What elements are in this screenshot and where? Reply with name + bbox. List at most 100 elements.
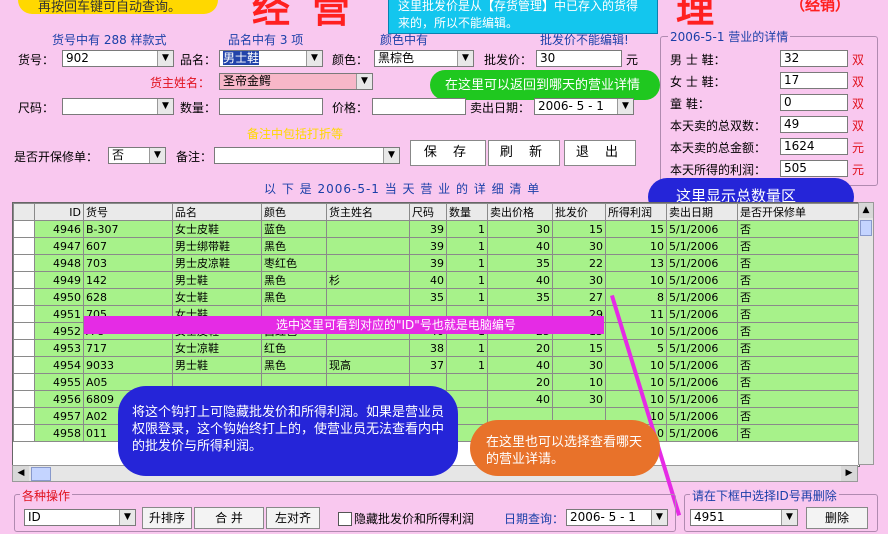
cell-size[interactable]: 40: [409, 271, 447, 289]
cell-price[interactable]: 40: [487, 356, 553, 374]
cell-id[interactable]: 4946: [34, 220, 84, 238]
cell-date[interactable]: 5/1/2006: [666, 373, 738, 391]
cell-repair[interactable]: 否: [737, 305, 859, 323]
cell-qty[interactable]: 1: [446, 271, 488, 289]
cell-color[interactable]: 红色: [261, 339, 327, 357]
cell-id[interactable]: 4957: [34, 407, 84, 425]
cell-name[interactable]: 女士凉鞋: [172, 339, 262, 357]
table-row[interactable]: 4946 B-307 女士皮鞋 蓝色 39 1 30 15 15 5/1/2006 否: [13, 220, 859, 238]
table-row[interactable]: 4947 607 男士绑带鞋 黑色 39 1 40 30 10 5/1/2006 否: [13, 237, 859, 255]
goods-no-combo[interactable]: 902 ▼: [62, 50, 174, 67]
cell-profit[interactable]: 13: [605, 254, 667, 272]
cell-size[interactable]: 35: [409, 288, 447, 306]
cell-profit[interactable]: 10: [605, 322, 667, 340]
cell-owner[interactable]: [326, 237, 410, 255]
cell-ws[interactable]: 27: [552, 288, 606, 306]
cell-name[interactable]: 男士鞋: [172, 271, 262, 289]
cell-repair[interactable]: 否: [737, 220, 859, 238]
cell-name[interactable]: 女士鞋: [172, 288, 262, 306]
cell-color[interactable]: 黑色: [261, 288, 327, 306]
cell-qty[interactable]: 1: [446, 220, 488, 238]
cell-date[interactable]: 5/1/2006: [666, 305, 738, 323]
cell-date[interactable]: 5/1/2006: [666, 356, 738, 374]
delete-id-combo[interactable]: 4951 ▼: [690, 509, 798, 526]
cell-name[interactable]: 女士皮鞋: [172, 220, 262, 238]
chevron-down-icon[interactable]: ▼: [157, 51, 173, 66]
cell-qty[interactable]: 1: [446, 254, 488, 272]
row-selector[interactable]: [13, 390, 35, 408]
scroll-right-icon[interactable]: ▶: [841, 466, 857, 481]
cell-ws[interactable]: 30: [552, 237, 606, 255]
cell-ws[interactable]: 10: [552, 373, 606, 391]
cell-size[interactable]: 38: [409, 339, 447, 357]
row-selector[interactable]: [13, 271, 35, 289]
cell-repair[interactable]: 否: [737, 237, 859, 255]
date-query-combo[interactable]: 2006- 5 - 1 ▼: [566, 509, 668, 526]
chevron-down-icon[interactable]: ▼: [306, 51, 322, 66]
table-row[interactable]: 4953 717 女士凉鞋 红色 38 1 20 15 5 5/1/2006 否: [13, 339, 859, 357]
cell-repair[interactable]: 否: [737, 322, 859, 340]
hide-checkbox-label[interactable]: 隐藏批发价和所得利润: [354, 510, 474, 527]
cell-repair[interactable]: 否: [737, 424, 859, 442]
cell-ws[interactable]: 15: [552, 220, 606, 238]
cell-id[interactable]: 4948: [34, 254, 84, 272]
cell-price[interactable]: 20: [487, 373, 553, 391]
chevron-down-icon[interactable]: ▼: [651, 510, 667, 525]
scroll-left-icon[interactable]: ◀: [13, 466, 29, 481]
cell-date[interactable]: 5/1/2006: [666, 220, 738, 238]
col-header-profit[interactable]: 所得利润: [605, 203, 667, 221]
chevron-down-icon[interactable]: ▼: [157, 99, 173, 114]
qty-field[interactable]: [219, 98, 323, 115]
size-combo[interactable]: ▼: [62, 98, 174, 115]
row-selector[interactable]: [13, 254, 35, 272]
cell-id[interactable]: 4958: [34, 424, 84, 442]
cell-name[interactable]: 男士皮凉鞋: [172, 254, 262, 272]
cell-size[interactable]: 37: [409, 356, 447, 374]
cell-repair[interactable]: 否: [737, 254, 859, 272]
chevron-down-icon[interactable]: ▼: [356, 74, 372, 89]
save-button[interactable]: 保 存: [410, 140, 486, 166]
cell-id[interactable]: 4947: [34, 237, 84, 255]
cell-no[interactable]: B-307: [83, 220, 173, 238]
merge-button[interactable]: 合 并: [194, 507, 264, 529]
row-selector[interactable]: [13, 322, 35, 340]
color-combo[interactable]: 黑棕色 ▼: [374, 50, 474, 67]
cell-no[interactable]: 628: [83, 288, 173, 306]
table-row[interactable]: 4949 142 男士鞋 黑色杉 40 1 40 30 10 5/1/2006 否: [13, 271, 859, 289]
cell-no[interactable]: 703: [83, 254, 173, 272]
cell-size[interactable]: 39: [409, 254, 447, 272]
cell-date[interactable]: 5/1/2006: [666, 407, 738, 425]
cell-no[interactable]: 717: [83, 339, 173, 357]
col-header-id[interactable]: ID: [34, 203, 84, 221]
cell-price[interactable]: 40: [487, 271, 553, 289]
cell-repair[interactable]: 否: [737, 356, 859, 374]
cell-color[interactable]: 蓝色: [261, 220, 327, 238]
cell-ws[interactable]: 30: [552, 356, 606, 374]
cell-repair[interactable]: 否: [737, 373, 859, 391]
cell-profit[interactable]: 10: [605, 237, 667, 255]
col-header-qty[interactable]: 数量: [446, 203, 488, 221]
cell-no[interactable]: 9033: [83, 356, 173, 374]
cell-id[interactable]: 4955: [34, 373, 84, 391]
exit-button[interactable]: 退 出: [564, 140, 636, 166]
cell-color[interactable]: 黑色: [261, 271, 327, 289]
cell-size[interactable]: 39: [409, 237, 447, 255]
price-field[interactable]: [372, 98, 466, 115]
refresh-button[interactable]: 刷 新: [488, 140, 560, 166]
cell-repair[interactable]: 否: [737, 339, 859, 357]
row-selector[interactable]: [13, 305, 35, 323]
cell-repair[interactable]: 否: [737, 407, 859, 425]
row-selector[interactable]: [13, 220, 35, 238]
cell-date[interactable]: 5/1/2006: [666, 322, 738, 340]
cell-price[interactable]: 35: [487, 254, 553, 272]
cell-id[interactable]: 4952: [34, 322, 84, 340]
cell-price[interactable]: 30: [487, 220, 553, 238]
chevron-down-icon[interactable]: ▼: [119, 510, 135, 525]
cell-profit[interactable]: 10: [605, 390, 667, 408]
customer-combo[interactable]: 圣帝金鳄 ▼: [219, 73, 373, 90]
cell-owner[interactable]: [326, 339, 410, 357]
cell-price[interactable]: 20: [487, 339, 553, 357]
cell-profit[interactable]: 5: [605, 339, 667, 357]
cell-qty[interactable]: 1: [446, 288, 488, 306]
cell-no[interactable]: 142: [83, 271, 173, 289]
